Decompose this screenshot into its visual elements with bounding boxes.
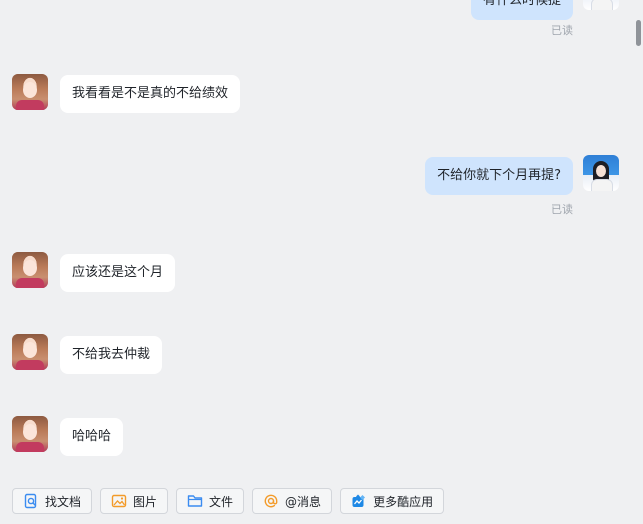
mention-label: @消息: [285, 494, 322, 509]
my-avatar[interactable]: [583, 155, 619, 191]
cool-apps-icon: [352, 494, 366, 507]
scrollbar-thumb[interactable]: [636, 20, 641, 46]
contact-avatar[interactable]: [12, 74, 48, 110]
message-bubble-incoming[interactable]: 哈哈哈: [60, 418, 124, 456]
message-bubble-outgoing[interactable]: 不给你就下个月再提?: [425, 157, 573, 195]
contact-avatar[interactable]: [12, 252, 48, 288]
image-button[interactable]: 图片: [100, 488, 169, 514]
find-doc-button[interactable]: 找文档: [12, 488, 93, 514]
message-bubble-outgoing[interactable]: 有什么时候提: [470, 0, 573, 20]
folder-icon: [187, 495, 203, 507]
mention-button[interactable]: @消息: [252, 488, 333, 514]
read-status: 已读: [551, 203, 573, 216]
read-status: 已读: [551, 24, 573, 37]
quick-action-toolbar: 找文档 图片 文件 @消息 更多酷应用: [12, 488, 445, 516]
contact-avatar[interactable]: [12, 416, 48, 452]
image-icon: [111, 494, 127, 508]
file-label: 文件: [209, 494, 234, 509]
find-doc-label: 找文档: [45, 494, 82, 509]
my-avatar[interactable]: [583, 0, 619, 10]
image-label: 图片: [133, 494, 158, 509]
search-doc-icon: [24, 493, 37, 509]
contact-avatar[interactable]: [12, 334, 48, 370]
file-button[interactable]: 文件: [176, 488, 245, 514]
at-icon: [264, 494, 278, 508]
message-bubble-incoming[interactable]: 应该还是这个月: [60, 254, 176, 292]
chat-message-area: 有什么时候提 已读 我看看是不是真的不给绩效 不给你就下个月再提? 已读 应该还…: [0, 0, 643, 524]
message-bubble-incoming[interactable]: 我看看是不是真的不给绩效: [60, 75, 241, 113]
more-apps-label: 更多酷应用: [373, 494, 434, 509]
more-apps-button[interactable]: 更多酷应用: [340, 488, 445, 514]
message-bubble-incoming[interactable]: 不给我去仲裁: [60, 336, 163, 374]
